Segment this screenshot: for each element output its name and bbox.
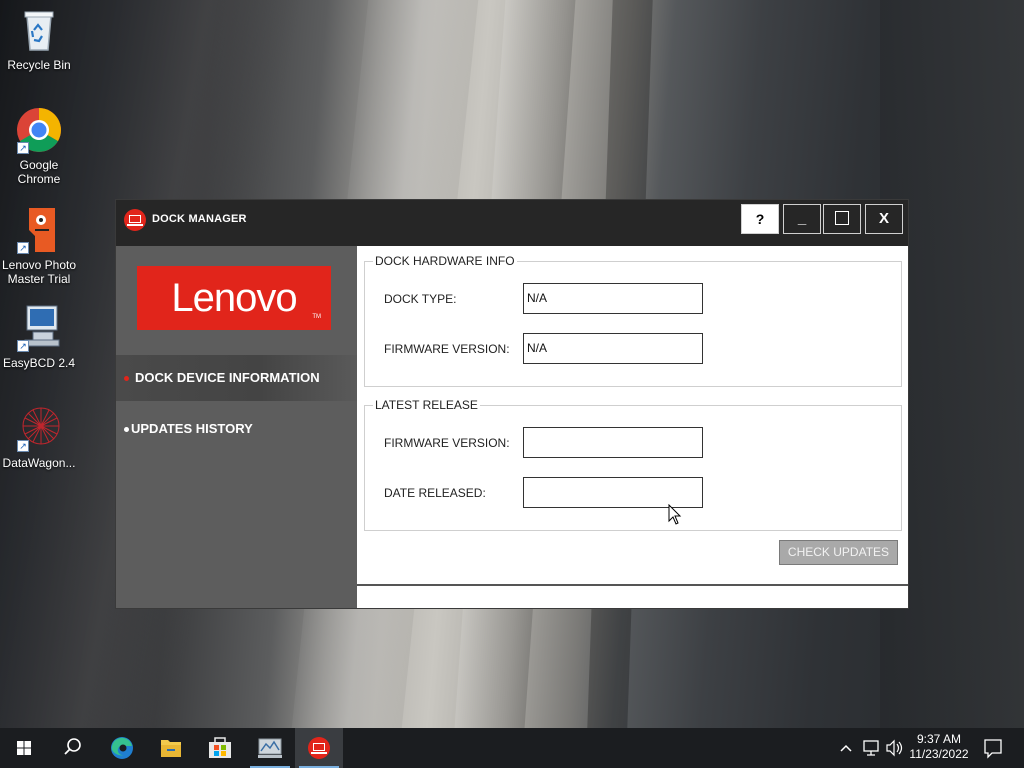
notification-icon xyxy=(984,739,1002,759)
file-explorer-button[interactable] xyxy=(147,728,195,768)
desktop-icon-label: EasyBCD 2.4 xyxy=(2,356,76,370)
trademark-mark: TM xyxy=(312,314,321,320)
desktop-icon-lenovo-photo-master[interactable]: ↗ Lenovo Photo Master Trial xyxy=(0,206,78,286)
clock-date: 11/23/2022 xyxy=(909,747,969,761)
nav-dock-device-information[interactable]: DOCK DEVICE INFORMATION xyxy=(116,355,357,401)
search-button[interactable] xyxy=(48,728,96,768)
store-icon xyxy=(209,737,231,758)
shortcut-arrow-icon: ↗ xyxy=(17,340,29,352)
lenovo-photo-master-icon: ↗ xyxy=(15,206,63,254)
active-bullet-icon xyxy=(124,376,129,382)
firmware-version-label: FIRMWARE VERSION: xyxy=(384,342,510,356)
dock-manager-app-icon xyxy=(123,208,147,232)
desktop-icon-easybcd[interactable]: ↗ EasyBCD 2.4 xyxy=(0,304,78,370)
network-tray-button[interactable] xyxy=(859,728,883,768)
dock-manager-taskbar-button[interactable] xyxy=(295,728,343,768)
desktop-icon-datawagon[interactable]: ↗ DataWagon... xyxy=(0,404,78,470)
clock[interactable]: 9:37 AM 11/23/2022 xyxy=(905,732,973,762)
volume-icon xyxy=(886,739,903,757)
nav-updates-history[interactable]: UPDATES HISTORY xyxy=(116,406,357,452)
desktop-icon-google-chrome[interactable]: ↗ Google Chrome xyxy=(0,106,78,186)
nav-label: UPDATES HISTORY xyxy=(131,421,253,436)
maximize-button[interactable] xyxy=(823,204,861,234)
taskbar: 9:37 AM 11/23/2022 xyxy=(0,728,1024,768)
network-icon xyxy=(863,740,879,756)
shortcut-arrow-icon: ↗ xyxy=(17,242,29,254)
dock-manager-icon xyxy=(308,737,330,759)
desktop-icon-label: Google Chrome xyxy=(17,158,61,186)
group-legend: DOCK HARDWARE INFO xyxy=(373,254,517,268)
lenovo-logo-text: Lenovo xyxy=(171,276,297,320)
desktop-icon-recycle-bin[interactable]: Recycle Bin xyxy=(0,6,78,72)
check-updates-button[interactable]: CHECK UPDATES xyxy=(779,540,898,565)
volume-tray-button[interactable] xyxy=(882,728,906,768)
notifications-button[interactable] xyxy=(978,728,1008,768)
nav-label: DOCK DEVICE INFORMATION xyxy=(135,370,320,385)
shortcut-arrow-icon: ↗ xyxy=(17,142,29,154)
dock-type-label: DOCK TYPE: xyxy=(384,292,457,306)
close-button[interactable]: X xyxy=(865,204,903,234)
latest-release-group: LATEST RELEASE FIRMWARE VERSION: DATE RE… xyxy=(364,398,902,531)
window-title: DOCK MANAGER xyxy=(152,213,247,225)
show-hidden-icons-button[interactable] xyxy=(834,728,858,768)
dock-hardware-info-group: DOCK HARDWARE INFO DOCK TYPE: N/A FIRMWA… xyxy=(364,254,902,387)
start-button[interactable] xyxy=(0,728,48,768)
recycle-bin-icon xyxy=(15,6,63,54)
search-icon xyxy=(64,738,81,755)
latest-firmware-version-field[interactable] xyxy=(523,427,703,458)
edge-button[interactable] xyxy=(98,728,146,768)
shortcut-arrow-icon: ↗ xyxy=(17,440,29,452)
date-released-label: DATE RELEASED: xyxy=(384,486,486,500)
clock-time: 9:37 AM xyxy=(916,732,962,746)
maximize-icon xyxy=(835,211,849,225)
group-legend: LATEST RELEASE xyxy=(373,398,480,412)
firmware-version-field[interactable]: N/A xyxy=(523,333,703,364)
file-explorer-icon xyxy=(161,740,181,757)
desktop-icon-label: DataWagon... xyxy=(2,456,76,470)
help-button[interactable]: ? xyxy=(741,204,779,234)
desktop-icon-label: Lenovo Photo Master Trial xyxy=(1,258,77,286)
monitor-app-button[interactable] xyxy=(246,728,294,768)
lenovo-logo: Lenovo TM xyxy=(137,266,331,330)
easybcd-icon: ↗ xyxy=(15,304,63,352)
bullet-icon xyxy=(124,427,129,433)
status-strip xyxy=(357,584,908,608)
desktop-icon-label: Recycle Bin xyxy=(7,58,71,72)
chrome-icon: ↗ xyxy=(15,106,63,154)
latest-firmware-version-label: FIRMWARE VERSION: xyxy=(384,436,510,450)
title-bar[interactable]: DOCK MANAGER ? _ X xyxy=(116,200,908,246)
sidebar: Lenovo TM DOCK DEVICE INFORMATION UPDATE… xyxy=(116,246,357,608)
store-button[interactable] xyxy=(196,728,244,768)
edge-icon xyxy=(111,737,133,759)
datawagon-icon: ↗ xyxy=(15,404,63,452)
mouse-cursor-icon xyxy=(668,503,682,526)
content-panel: DOCK HARDWARE INFO DOCK TYPE: N/A FIRMWA… xyxy=(357,246,908,584)
dock-manager-window: DOCK MANAGER ? _ X Lenovo TM DOCK DEVICE… xyxy=(115,199,909,609)
minimize-button[interactable]: _ xyxy=(783,204,821,234)
monitor-app-icon xyxy=(258,738,282,758)
windows-start-icon xyxy=(17,741,31,755)
dock-type-field[interactable]: N/A xyxy=(523,283,703,314)
chevron-up-icon xyxy=(840,744,852,752)
